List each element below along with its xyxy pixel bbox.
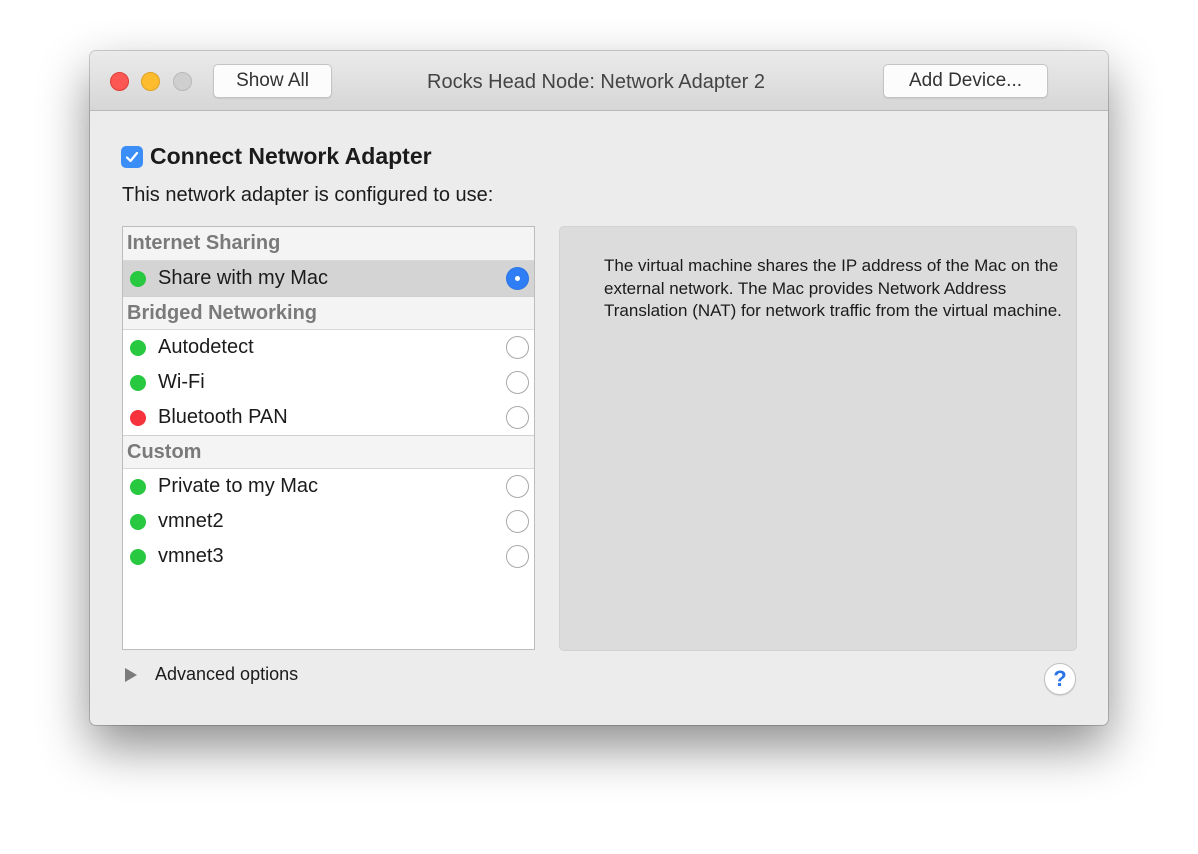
list-item-label: Autodetect [158, 336, 254, 358]
radio-button[interactable] [506, 406, 529, 429]
configured-to-use-label: This network adapter is configured to us… [122, 184, 494, 206]
list-item[interactable]: Private to my Mac [123, 469, 534, 504]
list-item-label: Wi-Fi [158, 371, 205, 393]
description-text: The virtual machine shares the IP addres… [604, 256, 1062, 320]
list-item-label: Private to my Mac [158, 475, 319, 497]
status-dot-icon [130, 548, 146, 565]
advanced-options-disclosure[interactable]: Advanced options [125, 664, 298, 685]
group-header-internet-sharing: Internet Sharing [123, 227, 534, 261]
list-item-label: vmnet3 [158, 545, 224, 567]
list-item-label: Share with my Mac [158, 267, 329, 289]
radio-button[interactable] [506, 371, 529, 394]
list-item[interactable]: Autodetect [123, 330, 534, 365]
checkmark-icon [125, 151, 139, 162]
connect-network-adapter-row[interactable]: Connect Network Adapter [121, 143, 432, 170]
status-dot-icon [130, 478, 146, 495]
connect-network-adapter-checkbox[interactable] [121, 145, 143, 168]
status-dot-icon [130, 409, 146, 426]
status-dot-icon [130, 513, 146, 530]
list-item[interactable]: vmnet2 [123, 504, 534, 539]
help-button[interactable]: ? [1044, 663, 1076, 695]
status-dot-icon [130, 270, 146, 287]
status-dot-icon [130, 339, 146, 356]
radio-button[interactable] [506, 545, 529, 568]
group-header-bridged-networking: Bridged Networking [123, 296, 534, 330]
list-item[interactable]: Wi-Fi [123, 365, 534, 400]
radio-button[interactable] [506, 510, 529, 533]
network-source-list: Internet Sharing Share with my Mac Bridg… [122, 226, 535, 650]
disclosure-triangle-icon[interactable] [125, 667, 137, 682]
group-header-custom: Custom [123, 435, 534, 469]
list-item-label: vmnet2 [158, 510, 224, 532]
radio-button[interactable] [506, 336, 529, 359]
description-panel: The virtual machine shares the IP addres… [559, 226, 1077, 651]
list-item-label: Bluetooth PAN [158, 406, 288, 428]
list-item[interactable]: Share with my Mac [123, 261, 534, 296]
network-adapter-window: Show All Rocks Head Node: Network Adapte… [90, 51, 1108, 725]
radio-button[interactable] [506, 475, 529, 498]
status-dot-icon [130, 374, 146, 391]
list-item[interactable]: Bluetooth PAN [123, 400, 534, 435]
add-device-button[interactable]: Add Device... [883, 64, 1048, 98]
list-item[interactable]: vmnet3 [123, 539, 534, 574]
connect-network-adapter-label: Connect Network Adapter [150, 143, 432, 169]
title-bar: Show All Rocks Head Node: Network Adapte… [90, 51, 1108, 111]
advanced-options-label: Advanced options [155, 664, 299, 684]
radio-button[interactable] [506, 267, 529, 290]
